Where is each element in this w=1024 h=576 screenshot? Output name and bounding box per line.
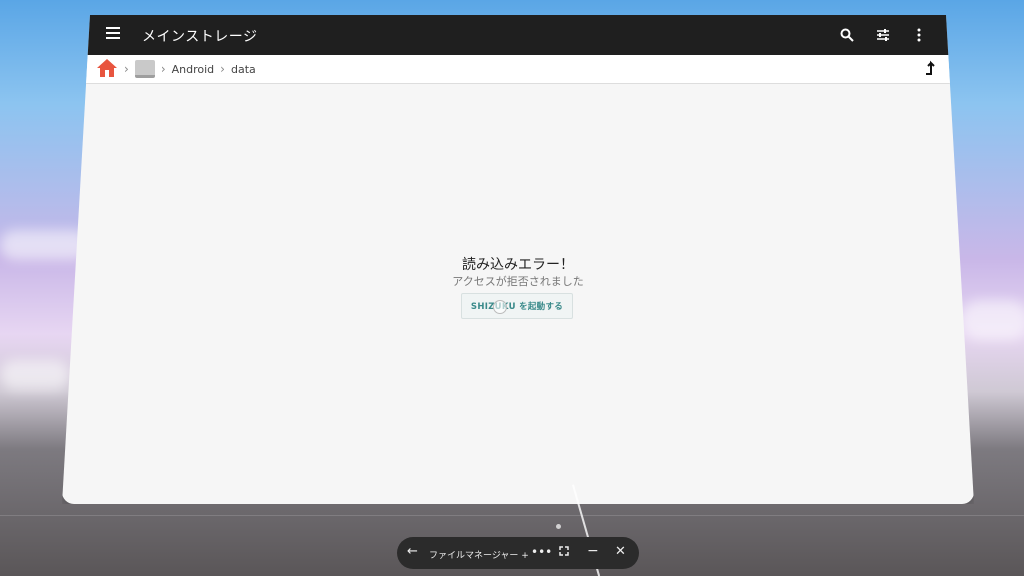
back-arrow-icon[interactable]: ← [407,544,418,559]
tune-icon[interactable] [872,24,894,46]
sky-cloud [960,300,1024,340]
more-icon[interactable]: ••• [531,545,552,559]
launch-shizuku-button[interactable]: SHIZUKU を起動する [461,293,573,319]
error-subtitle: アクセスが拒否されました [452,275,584,288]
minimize-icon[interactable]: − [587,543,599,559]
breadcrumb: › › Android › data [62,55,974,84]
more-vert-icon[interactable] [908,24,930,46]
chevron-right-icon: › [220,62,225,76]
page-title: メインストレージ [142,29,258,45]
file-manager-window: メインストレージ › › Android › data 読み込みエラー！ アクセ… [62,15,974,504]
window-taskbar: ← ファイルマネージャー + ••• − ✕ [397,537,639,569]
chevron-right-icon: › [160,62,166,76]
storage-icon[interactable] [134,60,155,78]
pointer-cursor [493,300,507,314]
search-icon[interactable] [836,24,858,46]
home-icon[interactable] [96,58,118,81]
breadcrumb-item-data[interactable]: data [231,63,256,76]
horizon-line [0,515,1024,516]
chevron-right-icon: › [124,62,129,76]
taskbar-app-title[interactable]: ファイルマネージャー + [429,548,529,561]
error-title: 読み込みエラー！ [462,257,574,273]
up-arrow-icon[interactable] [924,59,936,79]
pointer-dot [556,524,561,529]
breadcrumb-item-android[interactable]: Android [172,63,215,76]
expand-icon[interactable] [559,545,569,559]
sky-cloud [0,360,70,390]
app-bar: メインストレージ [62,15,974,55]
close-icon[interactable]: ✕ [615,544,626,559]
menu-icon[interactable] [106,27,120,39]
